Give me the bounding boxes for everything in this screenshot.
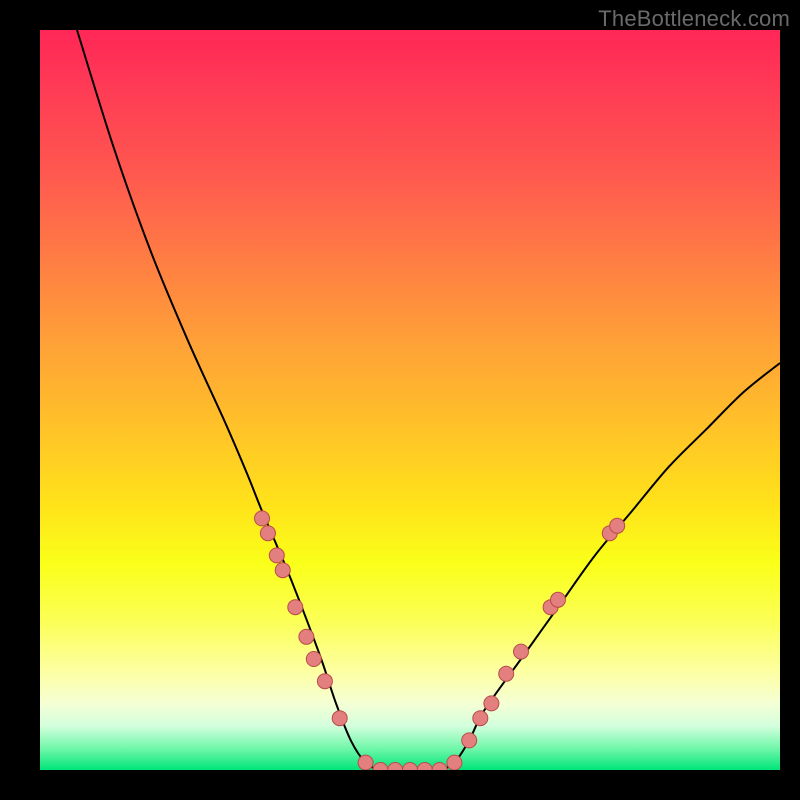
curve-markers xyxy=(255,511,625,770)
curve-marker xyxy=(373,763,388,771)
curve-marker xyxy=(417,763,432,771)
curve-marker xyxy=(403,763,418,771)
curve-marker xyxy=(255,511,270,526)
chart-frame: TheBottleneck.com xyxy=(0,0,800,800)
curve-marker xyxy=(358,755,373,770)
curve-marker xyxy=(447,755,462,770)
curve-marker xyxy=(473,711,488,726)
bottleneck-curve xyxy=(77,30,780,770)
curve-marker xyxy=(432,763,447,771)
curve-marker xyxy=(288,600,303,615)
curve-marker xyxy=(299,629,314,644)
curve-marker xyxy=(260,526,275,541)
watermark-label: TheBottleneck.com xyxy=(598,6,790,32)
plot-area xyxy=(40,30,780,770)
chart-overlay xyxy=(40,30,780,770)
curve-marker xyxy=(306,652,321,667)
curve-marker xyxy=(317,674,332,689)
curve-marker xyxy=(388,763,403,771)
curve-marker xyxy=(551,592,566,607)
curve-marker xyxy=(610,518,625,533)
curve-marker xyxy=(332,711,347,726)
curve-marker xyxy=(269,548,284,563)
curve-marker xyxy=(484,696,499,711)
curve-marker xyxy=(514,644,529,659)
curve-marker xyxy=(275,563,290,578)
curve-marker xyxy=(462,733,477,748)
curve-marker xyxy=(499,666,514,681)
